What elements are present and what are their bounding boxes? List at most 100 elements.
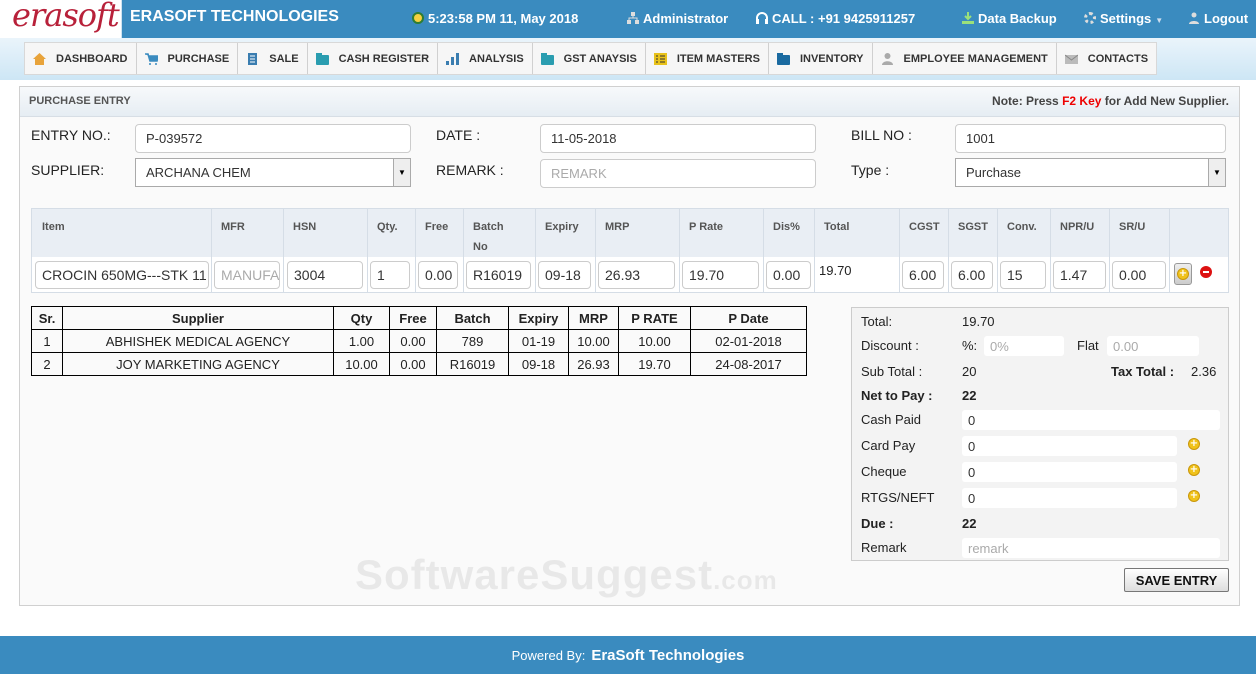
- user-menu[interactable]: Administrator: [627, 11, 728, 26]
- rtgs-label: RTGS/NEFT: [861, 490, 935, 505]
- remove-item-button[interactable]: [1200, 266, 1212, 278]
- sgst-input[interactable]: 6.00: [951, 261, 993, 289]
- nav-analysis[interactable]: ANALYSIS: [438, 43, 533, 74]
- add-cheque-icon[interactable]: +: [1188, 464, 1200, 476]
- col-batch: Batch No: [473, 217, 504, 257]
- footer: Powered By: EraSoft Technologies: [0, 636, 1256, 674]
- add-item-button[interactable]: +: [1174, 263, 1192, 285]
- nav-employee-management[interactable]: EMPLOYEE MANAGEMENT: [873, 43, 1057, 74]
- col-divider: [1169, 209, 1170, 292]
- folder-icon: [776, 52, 790, 65]
- col-divider: [1109, 209, 1110, 292]
- supplier-select[interactable]: ARCHANA CHEM ▼: [135, 158, 411, 187]
- subtotal-label: Sub Total :: [861, 364, 923, 379]
- logout-button[interactable]: Logout: [1188, 11, 1248, 26]
- card-pay-input[interactable]: 0: [962, 436, 1177, 456]
- sr-input[interactable]: 0.00: [1112, 261, 1166, 289]
- settings-menu[interactable]: Settings ▼: [1084, 11, 1163, 26]
- entry-no-input[interactable]: P-039572: [135, 124, 411, 153]
- save-entry-button[interactable]: SAVE ENTRY: [1124, 568, 1229, 592]
- discount-input[interactable]: 0.00: [766, 261, 811, 289]
- note-suffix: for Add New Supplier.: [1101, 94, 1229, 108]
- mfr-input[interactable]: MANUFACTURER: [214, 261, 280, 289]
- taxtotal-label: Tax Total :: [1111, 364, 1175, 379]
- date-input[interactable]: 11-05-2018: [540, 124, 816, 153]
- watermark: SoftwareSuggest.com: [355, 551, 778, 599]
- npr-input[interactable]: 1.47: [1053, 261, 1106, 289]
- prate-input[interactable]: 19.70: [682, 261, 759, 289]
- cheque-label: Cheque: [861, 464, 907, 479]
- nav-cash-register[interactable]: CASH REGISTER: [308, 43, 439, 74]
- col-mrp: MRP: [605, 221, 630, 233]
- hsn-input[interactable]: 3004: [287, 261, 363, 289]
- data-backup-link[interactable]: Data Backup: [962, 11, 1057, 26]
- nav-label: INVENTORY: [799, 52, 864, 65]
- note-key: F2 Key: [1062, 94, 1102, 108]
- qty-input[interactable]: 1: [370, 261, 410, 289]
- logo-text: erasoft: [12, 0, 120, 34]
- main-menu: DASHBOARD PURCHASE SALE CASH REGISTER AN…: [24, 42, 1158, 75]
- type-select[interactable]: Purchase ▼: [955, 158, 1226, 187]
- history-cell: 10.00: [618, 329, 691, 353]
- footer-prefix: Powered By:: [511, 647, 586, 663]
- cheque-input[interactable]: 0: [962, 462, 1177, 482]
- nav-label: SALE: [269, 52, 299, 65]
- nav-item-masters[interactable]: ITEM MASTERS: [646, 43, 769, 74]
- folder-icon: [315, 52, 329, 65]
- table-row[interactable]: 1 ABHISHEK MEDICAL AGENCY 1.00 0.00 789 …: [31, 329, 807, 353]
- free-input[interactable]: 0.00: [418, 261, 458, 289]
- col-cgst: CGST: [909, 221, 940, 233]
- add-rtgs-icon[interactable]: +: [1188, 490, 1200, 502]
- add-card-icon[interactable]: +: [1188, 438, 1200, 450]
- nav-contacts[interactable]: CONTACTS: [1057, 43, 1156, 74]
- cash-paid-input[interactable]: 0: [962, 410, 1220, 430]
- flat-discount-input[interactable]: 0.00: [1107, 336, 1199, 356]
- rtgs-input[interactable]: 0: [962, 488, 1177, 508]
- table-row[interactable]: 2 JOY MARKETING AGENCY 10.00 0.00 R16019…: [31, 352, 807, 376]
- summary-remark-label: Remark: [861, 540, 907, 555]
- discount-pct-input[interactable]: 0%: [984, 336, 1064, 356]
- batch-input[interactable]: R16019: [466, 261, 531, 289]
- nav-sale[interactable]: SALE: [238, 43, 308, 74]
- note-prefix: Note: Press: [992, 94, 1063, 108]
- col-batch-line1: Batch: [473, 221, 504, 233]
- purchase-history-table: Sr. Supplier Qty Free Batch Expiry MRP P…: [31, 306, 807, 376]
- cgst-input[interactable]: 6.00: [902, 261, 944, 289]
- expiry-input[interactable]: 09-18: [538, 261, 591, 289]
- bill-no-input[interactable]: 1001: [955, 124, 1226, 153]
- history-cell: 26.93: [568, 352, 619, 376]
- datetime-text: 5:23:58 PM 11, May 2018: [428, 11, 579, 26]
- col-conv: Conv.: [1007, 221, 1037, 233]
- net-to-pay-label: Net to Pay :: [861, 388, 933, 403]
- col-divider: [763, 209, 764, 292]
- col-divider: [997, 209, 998, 292]
- col-free: Free: [425, 221, 449, 233]
- summary-remark-input[interactable]: remark: [962, 538, 1220, 558]
- nav-dashboard[interactable]: DASHBOARD: [25, 43, 137, 74]
- nav-gst-analysis[interactable]: GST ANAYSIS: [533, 43, 646, 74]
- minus-icon: [1203, 271, 1209, 273]
- mrp-input[interactable]: 26.93: [598, 261, 675, 289]
- chevron-down-icon: ▼: [1155, 16, 1164, 25]
- remark-input[interactable]: REMARK: [540, 159, 816, 188]
- conv-input[interactable]: 15: [1000, 261, 1046, 289]
- history-cell: 09-18: [508, 352, 569, 376]
- row-total: 19.70: [819, 263, 852, 278]
- nav-inventory[interactable]: INVENTORY: [769, 43, 873, 74]
- due-label: Due :: [861, 516, 894, 531]
- col-divider: [415, 209, 416, 292]
- datetime-display: 5:23:58 PM 11, May 2018: [412, 11, 578, 26]
- history-cell: 0.00: [389, 352, 437, 376]
- nav-label: DASHBOARD: [56, 52, 128, 65]
- item-input[interactable]: CROCIN 650MG---STK 11: [35, 261, 209, 289]
- bar-chart-icon: [446, 52, 460, 65]
- list-icon: [653, 52, 667, 65]
- col-hsn: HSN: [293, 221, 317, 233]
- history-col-expiry: Expiry: [508, 306, 569, 330]
- history-col-qty: Qty: [333, 306, 390, 330]
- nav-purchase[interactable]: PURCHASE: [137, 43, 239, 74]
- nav-label: EMPLOYEE MANAGEMENT: [903, 52, 1048, 65]
- cash-paid-label: Cash Paid: [861, 412, 921, 427]
- total-value: 19.70: [962, 314, 995, 329]
- taxtotal-value: 2.36: [1191, 364, 1217, 379]
